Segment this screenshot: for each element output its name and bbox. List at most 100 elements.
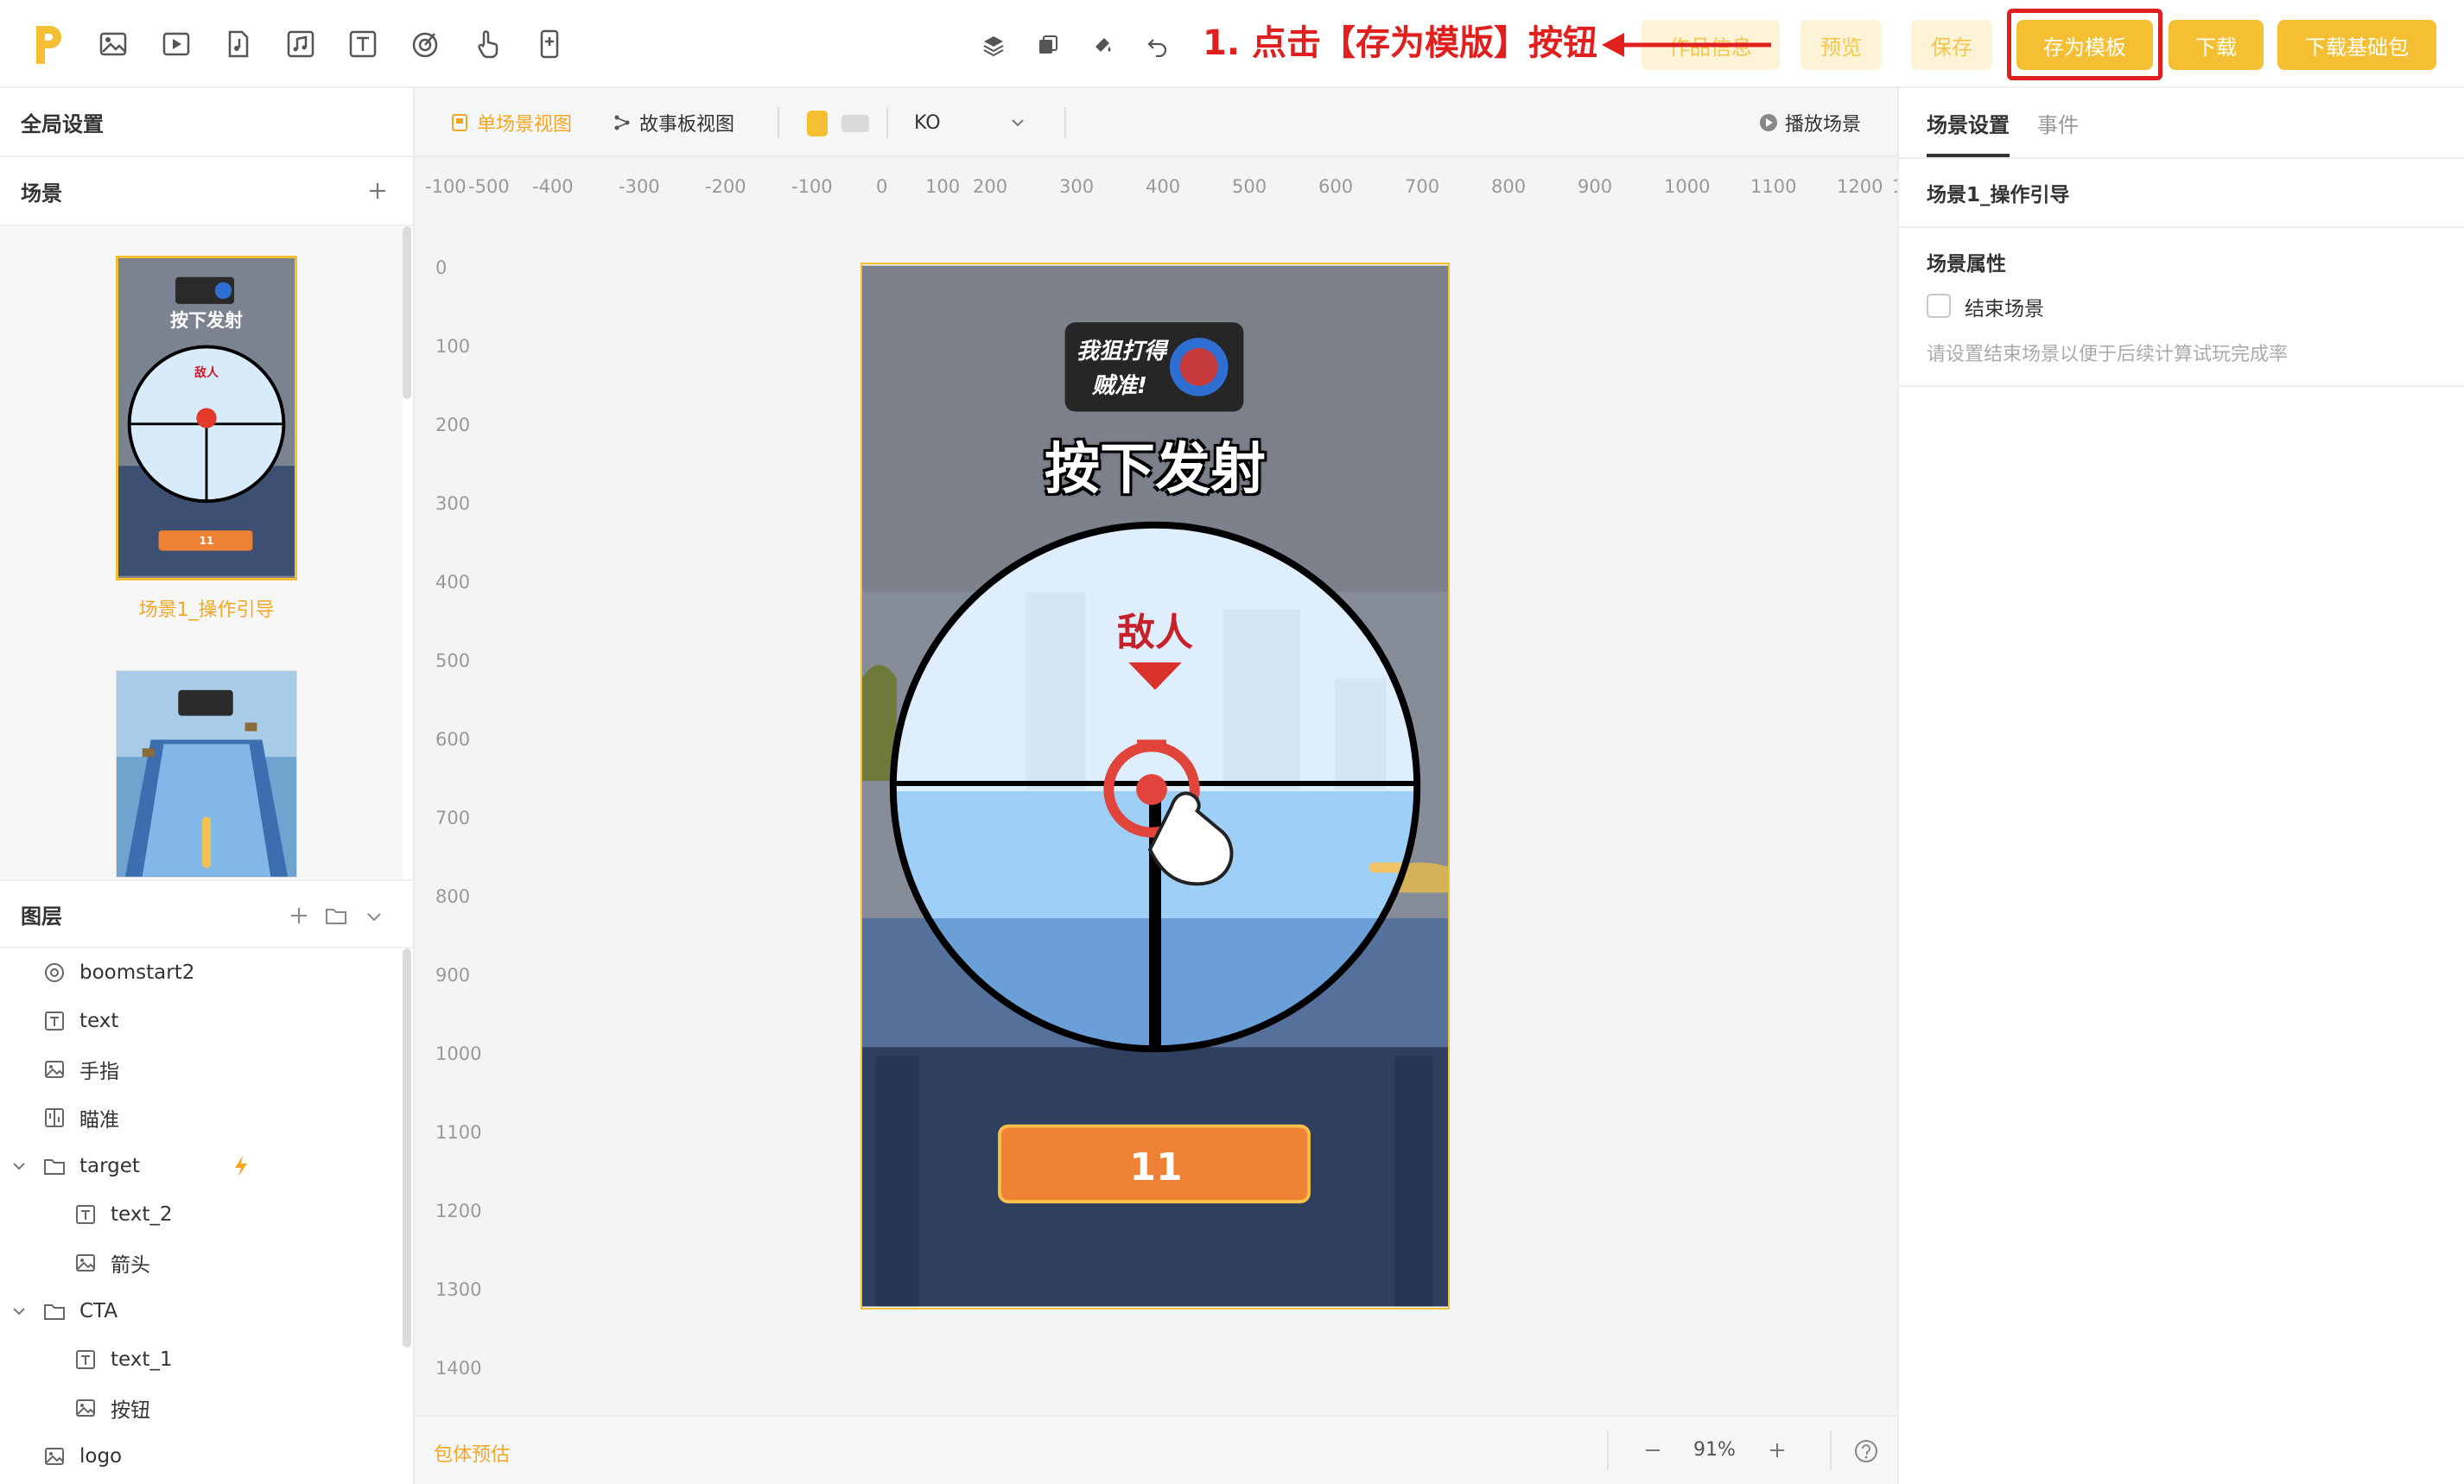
add-layer-icon[interactable]: [289, 905, 309, 926]
ruler-tick-label: 1000: [1664, 176, 1711, 197]
end-scene-label: 结束场景: [1965, 298, 2044, 320]
scene-thumbnail-1[interactable]: 按下发射 敌人 11: [116, 256, 297, 580]
layer-row[interactable]: CTA: [0, 1287, 406, 1335]
scene-list-scrollbar[interactable]: [403, 226, 411, 399]
hand-pointer-icon[interactable]: [472, 29, 503, 60]
layer-row[interactable]: 手指: [0, 1045, 406, 1094]
single-scene-view-label: 单场景视图: [477, 114, 573, 136]
video-icon[interactable]: [161, 29, 192, 60]
download-base-button[interactable]: 下载基础包: [2277, 20, 2436, 70]
cta-button-label[interactable]: 11: [1000, 1137, 1311, 1199]
game-title: 按下发射: [1045, 438, 1266, 502]
preview-button[interactable]: 预览: [1800, 20, 1882, 70]
layer-name: text_1: [111, 1348, 173, 1371]
portrait-toggle[interactable]: [807, 111, 828, 136]
divider: [1607, 1430, 1609, 1470]
layer-row[interactable]: 箭头: [0, 1239, 406, 1287]
help-icon[interactable]: [1854, 1439, 1878, 1463]
zoom-out-icon[interactable]: [1643, 1441, 1662, 1460]
play-scene-label: 播放场景: [1785, 114, 1862, 136]
layer-row[interactable]: text_2: [0, 1190, 406, 1239]
ruler-tick-label: 400: [435, 572, 471, 593]
chevron-down-icon[interactable]: [10, 1157, 28, 1175]
paint-icon[interactable]: [1090, 33, 1115, 57]
layer-row[interactable]: 按钮: [0, 1384, 406, 1432]
layer-name: logo: [79, 1445, 123, 1468]
global-settings-header[interactable]: 全局设置: [0, 88, 413, 157]
ruler-tick-label: -300: [619, 176, 660, 197]
language-value: KO: [914, 111, 941, 134]
landscape-toggle[interactable]: [841, 115, 869, 132]
layer-name: 箭头: [111, 1254, 150, 1277]
layer-row[interactable]: 瞄准: [0, 1094, 406, 1142]
layer-row[interactable]: boomstart2: [0, 948, 406, 997]
tab-events[interactable]: 事件: [2037, 88, 2079, 157]
end-scene-hint: 请设置结束场景以便于后续计算试玩完成率: [1927, 344, 2289, 365]
layer-name: 按钮: [111, 1399, 150, 1422]
download-button[interactable]: 下载: [2169, 20, 2264, 70]
canvas-area[interactable]: -100 -500 -400 -300 -200 -100 0 100 200 300 400 500…: [415, 157, 1897, 1415]
single-scene-icon: [451, 113, 468, 132]
layer-list: boomstart2 text 手指 瞄准 target text_2 箭头 CTA text_…: [0, 948, 406, 1484]
scene-1-label[interactable]: 场景1_操作引导: [0, 594, 403, 622]
package-estimate-link[interactable]: 包体预估: [434, 1439, 510, 1467]
target-icon[interactable]: [410, 29, 441, 60]
layers-icon[interactable]: [981, 33, 1006, 57]
save-button[interactable]: 保存: [1911, 20, 1992, 70]
storyboard-icon: [613, 113, 631, 132]
end-scene-checkbox[interactable]: [1927, 294, 1951, 318]
image-icon[interactable]: [98, 29, 129, 60]
scene-thumbnail-2[interactable]: [116, 670, 297, 878]
scenes-title: 场景: [21, 181, 62, 206]
layer-row[interactable]: text_1: [0, 1335, 406, 1384]
divider: [1064, 107, 1066, 138]
left-panel: 全局设置 场景 按下发射 敌人 11 场景1_操作引导 图层 boomstart…: [0, 88, 415, 1484]
text-icon: [74, 1203, 97, 1226]
music-icon[interactable]: [285, 29, 316, 60]
folder-icon: [43, 1155, 66, 1177]
storyboard-view-tab[interactable]: 故事板视图: [613, 109, 734, 136]
ruler-tick-label: 100: [435, 336, 471, 357]
app-logo[interactable]: [31, 21, 66, 67]
layer-row[interactable]: logo: [0, 1432, 406, 1481]
play-scene-button[interactable]: 播放场景: [1759, 109, 1861, 136]
layer-row[interactable]: text: [0, 997, 406, 1045]
chevron-down-icon[interactable]: [10, 1303, 28, 1320]
audio-file-icon[interactable]: [223, 29, 254, 60]
tab-scene-settings[interactable]: 场景设置: [1927, 88, 2010, 157]
layers-title: 图层: [21, 904, 62, 929]
device-icon[interactable]: [534, 29, 565, 60]
scenes-header: 场景: [0, 157, 413, 226]
layer-list-scrollbar[interactable]: [403, 948, 411, 1348]
copy-icon[interactable]: [1036, 33, 1060, 57]
ruler-tick-label: 1000: [435, 1043, 482, 1064]
ruler-tick-label: -400: [532, 176, 574, 197]
ruler-tick-label: 500: [435, 650, 471, 671]
layer-name: CTA: [79, 1300, 118, 1322]
add-folder-icon[interactable]: [325, 905, 347, 926]
language-select[interactable]: KO: [914, 107, 1038, 138]
game-logo-line-2: 贼准!: [1092, 373, 1147, 399]
chevron-down-icon[interactable]: [365, 907, 384, 924]
layer-row[interactable]: target: [0, 1142, 406, 1190]
canvas-toolbar: 单场景视图 故事板视图 KO 播放场景: [415, 88, 1897, 157]
ruler-tick-label: 0: [876, 176, 888, 197]
zoom-in-icon[interactable]: [1768, 1441, 1787, 1460]
ruler-tick-label: 300: [435, 493, 471, 514]
layer-name: text: [79, 1010, 119, 1032]
tab-scene-settings-label: 场景设置: [1927, 112, 2010, 137]
single-scene-view-tab[interactable]: 单场景视图: [451, 109, 572, 136]
undo-icon[interactable]: [1146, 33, 1170, 58]
ruler-tick-label: 1300: [435, 1279, 482, 1300]
sequence-icon: [43, 1107, 66, 1129]
scene-preview[interactable]: 我狙打得 贼准! 按下发射 敌人 11: [860, 263, 1450, 1310]
ruler-tick-label: 100: [925, 176, 961, 197]
annotation-arrow: [1602, 33, 1771, 57]
lightning-icon[interactable]: [232, 1154, 251, 1178]
layers-header: 图层: [0, 879, 413, 948]
ruler-tick-label: 1400: [435, 1358, 482, 1379]
text-icon[interactable]: [347, 29, 378, 60]
layer-name: boomstart2: [79, 961, 195, 984]
add-scene-icon[interactable]: [366, 180, 389, 202]
scene-1-thumb-cta: 11: [199, 535, 214, 547]
